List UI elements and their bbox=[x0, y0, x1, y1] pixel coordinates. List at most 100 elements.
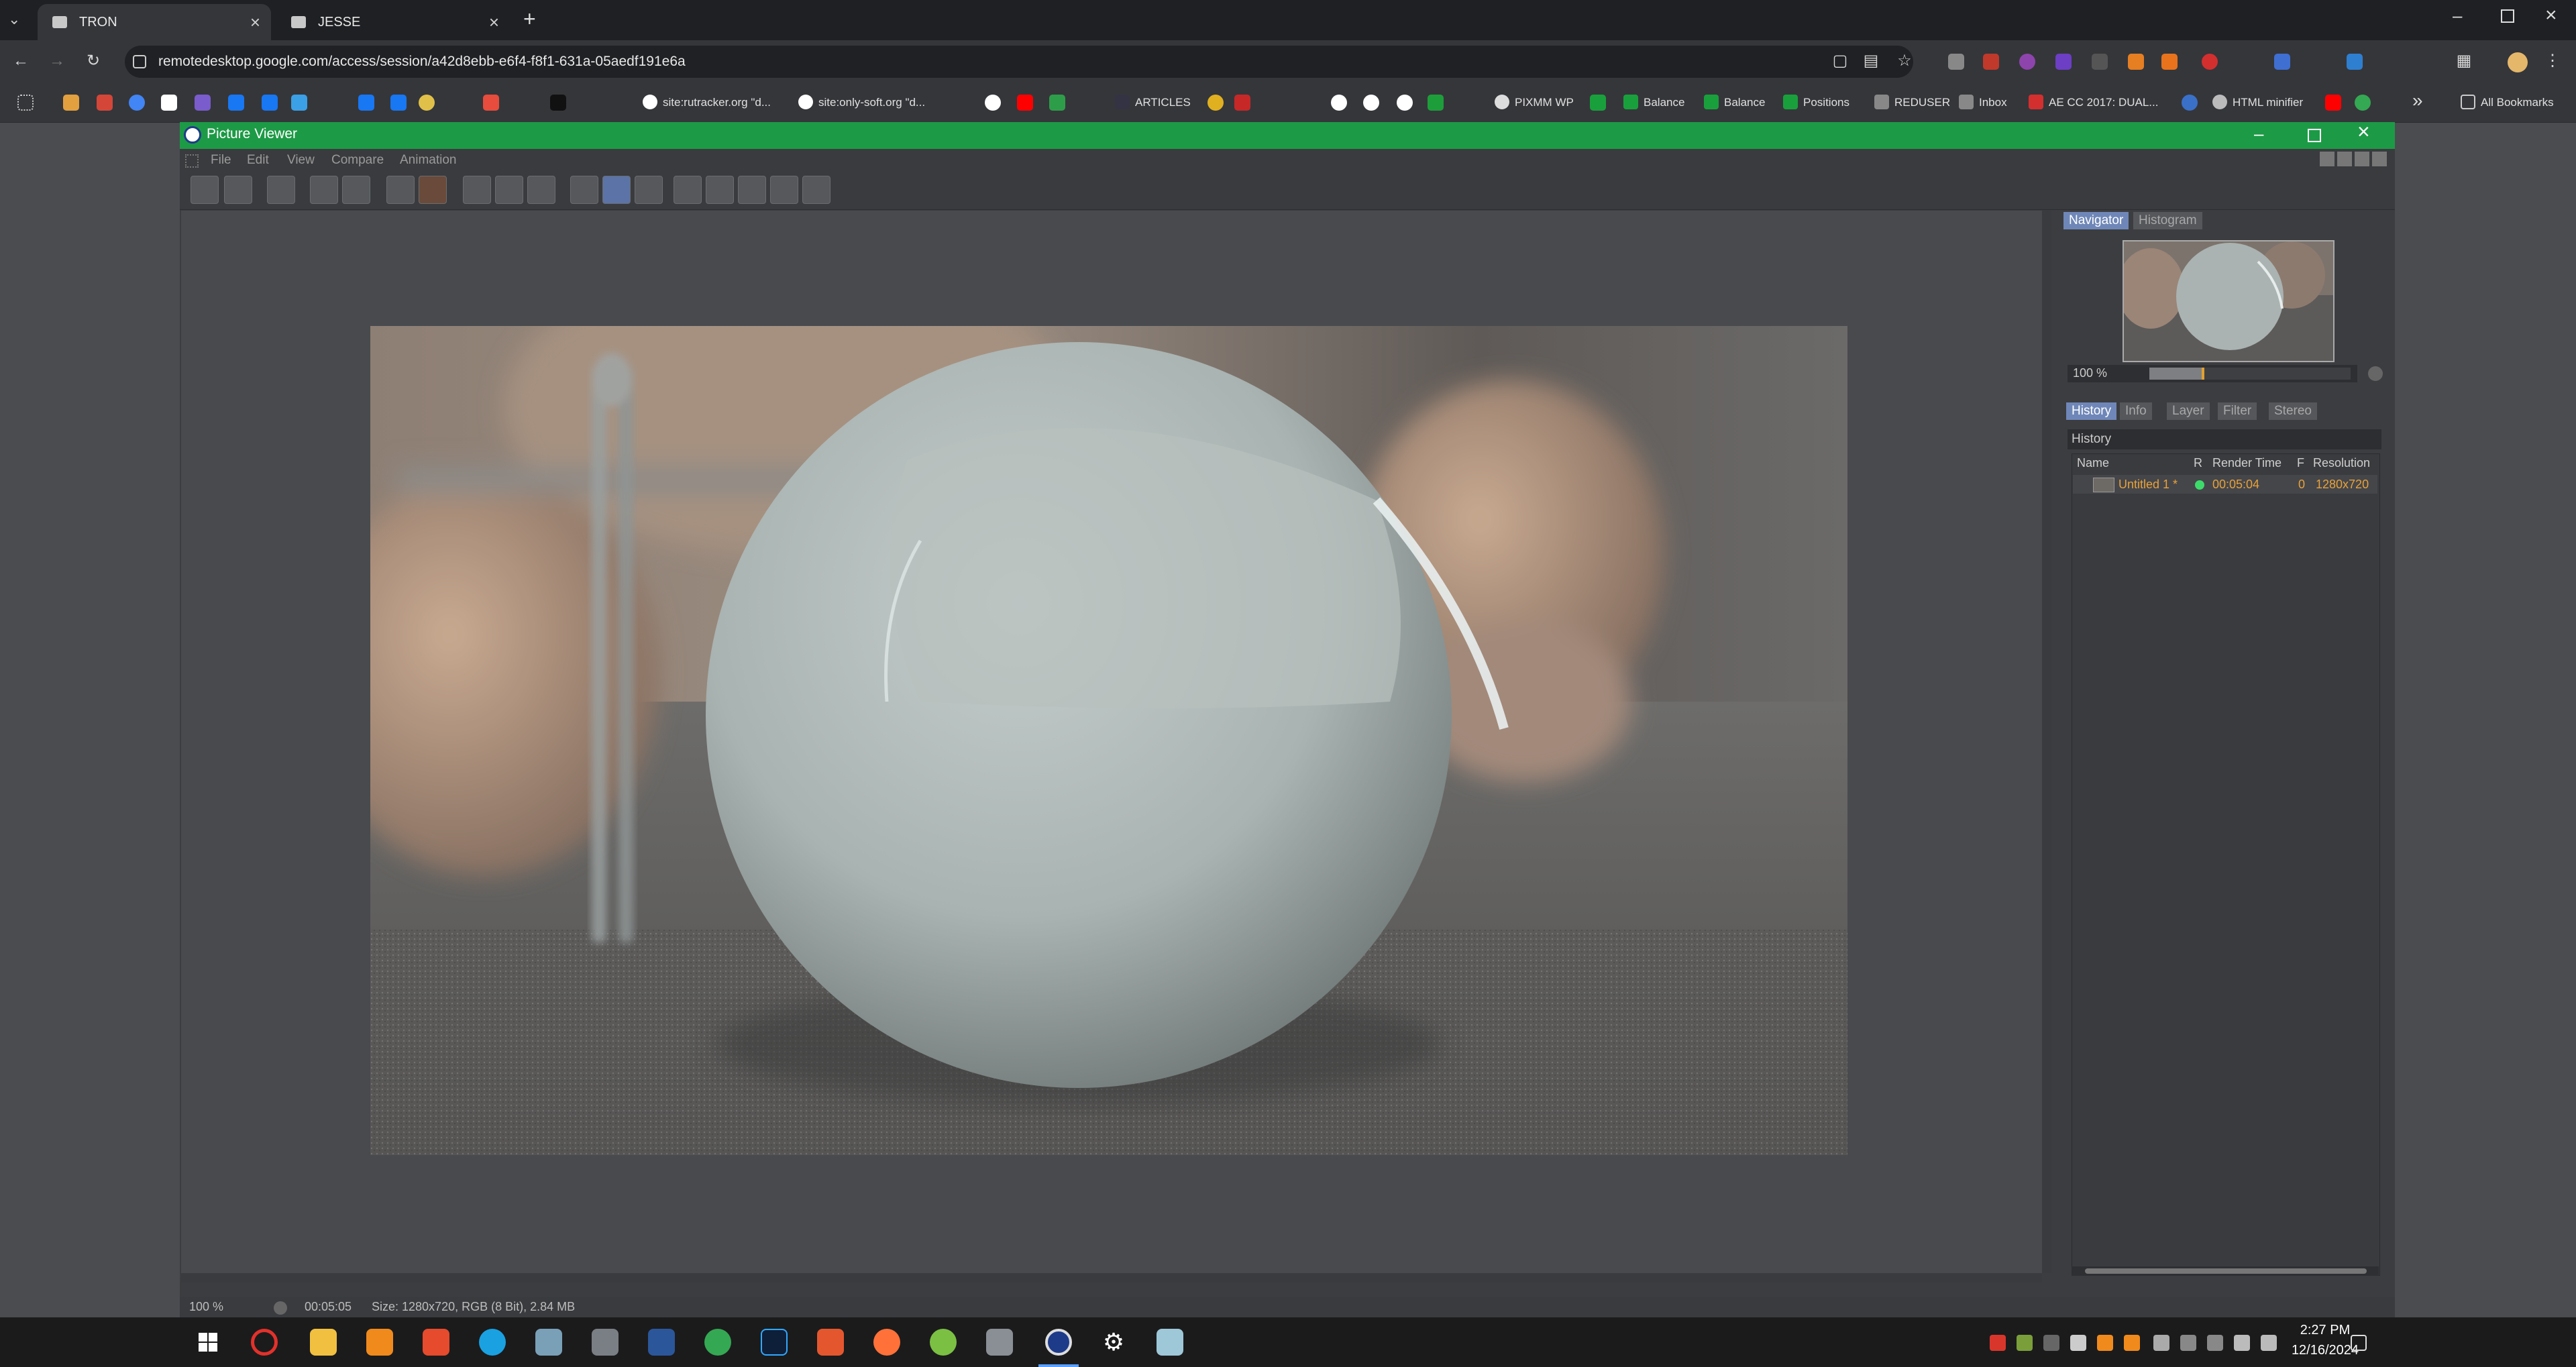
bookmark-icon[interactable] bbox=[550, 95, 566, 111]
bookmark-icon[interactable] bbox=[291, 95, 307, 111]
bookmark-icon[interactable] bbox=[1234, 95, 1250, 111]
extension-icon[interactable] bbox=[1948, 54, 1964, 70]
viewport-vertical-scrollbar[interactable] bbox=[2042, 211, 2051, 1273]
opera-icon[interactable] bbox=[251, 1329, 278, 1356]
channel-icon[interactable] bbox=[386, 176, 415, 204]
extensions-puzzle-icon[interactable]: ▦ bbox=[2455, 52, 2473, 70]
compare-active-icon[interactable] bbox=[602, 176, 631, 204]
more-menu-icon[interactable]: ⋮ bbox=[2544, 52, 2561, 70]
tab-filter[interactable]: Filter bbox=[2218, 402, 2257, 420]
tab-navigator[interactable]: Navigator bbox=[2063, 212, 2129, 229]
network-icon[interactable] bbox=[2234, 1335, 2250, 1351]
navigator-zoom-slider-handle[interactable] bbox=[2202, 368, 2204, 380]
extension-icon[interactable] bbox=[2092, 54, 2108, 70]
extension-icon[interactable] bbox=[2128, 54, 2144, 70]
camera-icon[interactable] bbox=[986, 1329, 1013, 1356]
bookmark-only-soft[interactable]: site:only-soft.org "d... bbox=[798, 95, 925, 109]
google-icon[interactable] bbox=[1397, 95, 1413, 111]
bookmark-balance-2[interactable]: Balance bbox=[1704, 95, 1765, 109]
channel-active-icon[interactable] bbox=[419, 176, 447, 204]
bookmark-icon[interactable] bbox=[1590, 95, 1606, 111]
split-icon[interactable] bbox=[770, 176, 798, 204]
menu-animation[interactable]: Animation bbox=[400, 153, 457, 168]
column-r[interactable]: R bbox=[2194, 456, 2202, 470]
tray-icon[interactable] bbox=[1990, 1335, 2006, 1351]
app-title-bar[interactable] bbox=[180, 122, 2395, 149]
install-app-icon[interactable]: ▢ bbox=[1831, 52, 1849, 70]
usb-icon[interactable] bbox=[2153, 1335, 2169, 1351]
expand-icon[interactable] bbox=[2372, 152, 2387, 166]
bookmark-icon[interactable] bbox=[63, 95, 79, 111]
tray-icon[interactable] bbox=[2017, 1335, 2033, 1351]
save-file-icon[interactable] bbox=[224, 176, 252, 204]
layout-icon[interactable] bbox=[2320, 152, 2334, 166]
bookmark-icon[interactable] bbox=[1208, 95, 1224, 111]
bookmark-rutracker[interactable]: site:rutracker.org "d... bbox=[643, 95, 771, 109]
navigator-zoom-slider[interactable] bbox=[2149, 368, 2351, 380]
app-green-icon[interactable] bbox=[704, 1329, 731, 1356]
facebook-icon[interactable] bbox=[390, 95, 407, 111]
extension-icon[interactable] bbox=[1983, 54, 1999, 70]
navigator-play-icon[interactable] bbox=[2368, 366, 2383, 381]
bookmark-icon[interactable] bbox=[1049, 95, 1065, 111]
site-info-icon[interactable] bbox=[133, 55, 146, 68]
browser-tab-tron[interactable]: TRON × bbox=[38, 4, 271, 40]
windows-start-icon[interactable] bbox=[195, 1329, 221, 1356]
back-arrow-icon[interactable]: ← bbox=[12, 52, 30, 70]
close-tab-icon[interactable]: × bbox=[250, 12, 260, 33]
column-resolution[interactable]: Resolution bbox=[2313, 456, 2370, 470]
maps-icon[interactable] bbox=[2355, 95, 2371, 111]
bookmark-articles[interactable]: ARTICLES bbox=[1115, 95, 1191, 109]
extension-icon[interactable] bbox=[2347, 54, 2363, 70]
tab-histogram[interactable]: Histogram bbox=[2133, 212, 2202, 229]
extension-icon[interactable] bbox=[2202, 54, 2218, 70]
bookmark-positions[interactable]: Positions bbox=[1783, 95, 1849, 109]
more-bookmarks-chevron-icon[interactable]: » bbox=[2412, 90, 2423, 111]
file-explorer-icon[interactable] bbox=[310, 1329, 337, 1356]
frame-icon[interactable] bbox=[495, 176, 523, 204]
bookmark-star-icon[interactable]: ☆ bbox=[1896, 52, 1913, 70]
close-tab-icon[interactable]: × bbox=[489, 12, 499, 33]
apps-grid-icon[interactable] bbox=[17, 95, 34, 111]
reload-icon[interactable]: ↻ bbox=[85, 52, 102, 70]
menu-edit[interactable]: Edit bbox=[247, 153, 269, 168]
archive-icon[interactable] bbox=[535, 1329, 562, 1356]
app-icon[interactable] bbox=[592, 1329, 619, 1356]
bookmark-pixmm-wp[interactable]: PIXMM WP bbox=[1495, 95, 1574, 109]
status-zoom[interactable]: 100 % bbox=[189, 1300, 223, 1314]
split-icon[interactable] bbox=[738, 176, 766, 204]
amazon-icon[interactable] bbox=[161, 95, 177, 111]
firefox-icon[interactable] bbox=[873, 1329, 900, 1356]
frame-icon[interactable] bbox=[463, 176, 491, 204]
column-f[interactable]: F bbox=[2297, 456, 2304, 470]
skype-icon[interactable] bbox=[479, 1329, 506, 1356]
bookmark-html-minifier[interactable]: HTML minifier bbox=[2212, 95, 2303, 109]
set-a-icon[interactable] bbox=[674, 176, 702, 204]
tab-stereo[interactable]: Stereo bbox=[2269, 402, 2317, 420]
close-window-button[interactable]: × bbox=[2545, 4, 2557, 27]
google-icon[interactable] bbox=[985, 95, 1001, 111]
navigator-thumbnail[interactable] bbox=[2123, 240, 2334, 362]
app-red-icon[interactable] bbox=[423, 1329, 449, 1356]
extension-icon[interactable] bbox=[2055, 54, 2072, 70]
bookmark-inbox[interactable]: Inbox bbox=[1959, 95, 2007, 109]
menu-compare[interactable]: Compare bbox=[331, 153, 384, 168]
compare-icon[interactable] bbox=[635, 176, 663, 204]
history-horizontal-scrollbar[interactable] bbox=[2072, 1266, 2379, 1276]
facebook-icon[interactable] bbox=[262, 95, 278, 111]
tray-icon[interactable] bbox=[2070, 1335, 2086, 1351]
bookmark-icon[interactable] bbox=[2182, 95, 2198, 111]
render-icon[interactable] bbox=[342, 176, 370, 204]
minimize-window-button[interactable]: – bbox=[2453, 5, 2462, 26]
youtube-icon[interactable] bbox=[1017, 95, 1033, 111]
chrome-icon[interactable] bbox=[419, 95, 435, 111]
tab-history[interactable]: History bbox=[2066, 402, 2117, 420]
restore-window-button[interactable] bbox=[2501, 9, 2514, 23]
frame-icon[interactable] bbox=[527, 176, 555, 204]
word-icon[interactable] bbox=[648, 1329, 675, 1356]
app-minimize-button[interactable]: – bbox=[2254, 123, 2263, 144]
move-icon[interactable] bbox=[2355, 152, 2369, 166]
volume-icon[interactable] bbox=[2261, 1335, 2277, 1351]
tray-icon[interactable] bbox=[2207, 1335, 2223, 1351]
compare-icon[interactable] bbox=[570, 176, 598, 204]
